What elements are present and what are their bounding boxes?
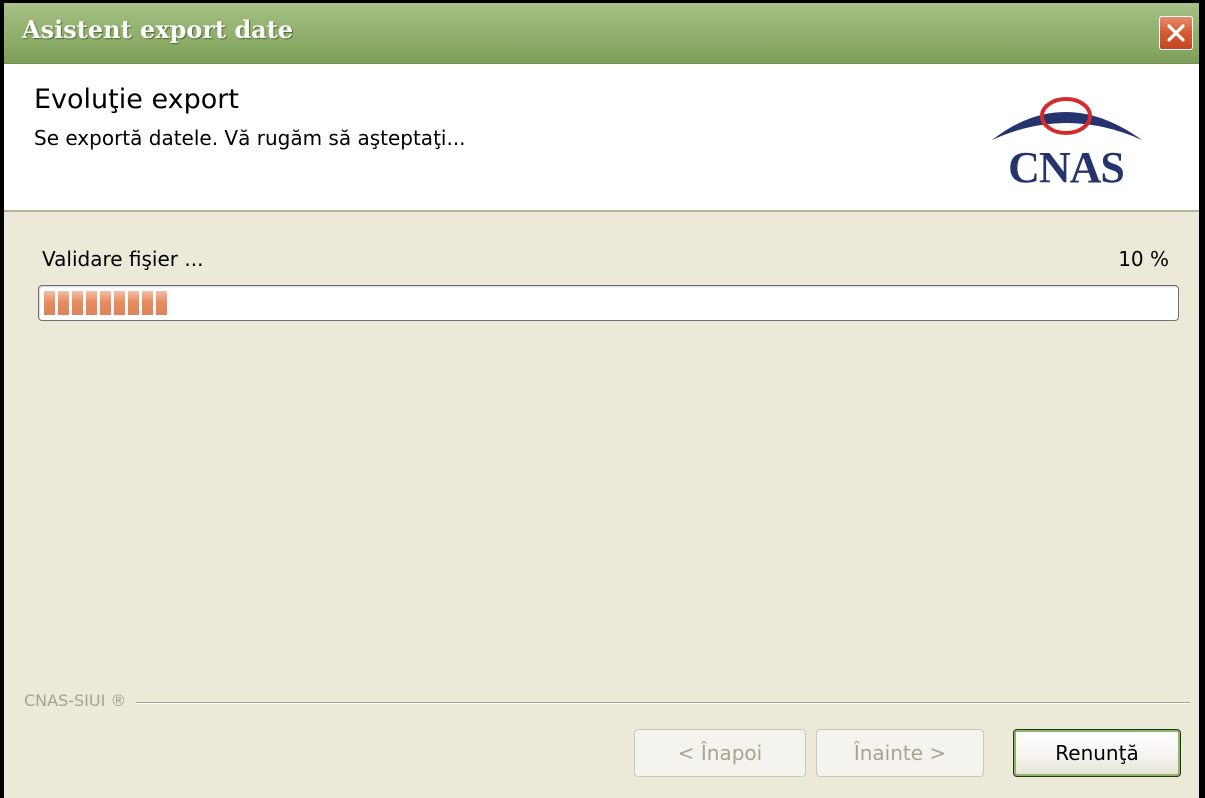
back-button[interactable]: < Înapoi (634, 729, 806, 777)
cancel-button[interactable]: Renunţă (1013, 729, 1181, 777)
footer-divider (24, 702, 1190, 704)
footer-brand-label: CNAS-SIUI ® (24, 691, 137, 710)
close-icon (1165, 22, 1187, 44)
progress-bar-fill (44, 291, 167, 315)
cnas-logo: CNAS (984, 92, 1159, 192)
page-title: Evoluţie export (34, 84, 239, 115)
next-button[interactable]: Înainte > (816, 729, 984, 777)
window-title: Asistent export date (22, 15, 294, 44)
page-subtitle: Se exportă datele. Vă rugăm să aşteptaţi… (34, 126, 466, 150)
progress-status-label: Validare fişier ... (42, 247, 204, 271)
title-bar[interactable]: Asistent export date (4, 3, 1199, 64)
wizard-header: Evoluţie export Se exportă datele. Vă ru… (4, 64, 1199, 212)
close-button[interactable] (1159, 16, 1193, 50)
logo-text: CNAS (1008, 143, 1124, 188)
export-progress-bar (38, 285, 1179, 321)
export-wizard-window: Asistent export date Evoluţie export Se … (0, 0, 1205, 798)
progress-percent-label: 10 % (1118, 247, 1169, 271)
